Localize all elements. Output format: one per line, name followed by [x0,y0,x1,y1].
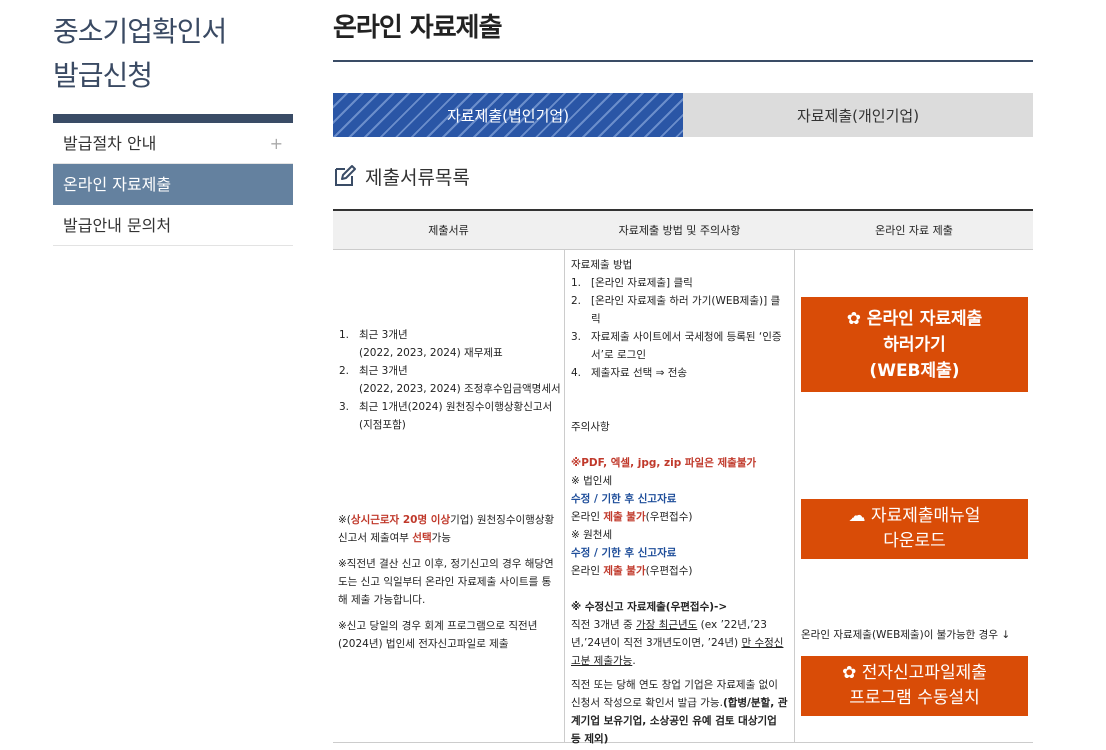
main-content: 온라인 자료제출 자료제출(법인기업) 자료제출(개인기업) 제출서류목록 제출… [333,0,1033,745]
list-item: 3. 자료제출 사이트에서 국세청에 등록된 ‘인증서’로 로그인 [571,331,782,361]
online-cell: ✿ 온라인 자료제출 하러가기 (WEB제출) ☁ 자료제출매뉴얼 다운로드 온… [795,250,1033,742]
list-item: 1. 최근 3개년 (2022, 2023, 2024) 재무제표 [339,329,503,359]
cloud-download-icon: ☁ [848,506,871,526]
sidebar: 중소기업확인서 발급신청 발급절차 안내 + 온라인 자료제출 발급안내 문의처 [53,10,293,246]
corp-tax-amend: 수정 / 기한 후 신고자료 [571,493,677,505]
plus-icon[interactable]: + [270,123,283,164]
withholding-tax-label: ※ 원천세 [571,529,613,541]
edit-icon [335,165,356,186]
documents-cell: 1. 최근 3개년 (2022, 2023, 2024) 재무제표 2. 최근 3개년… [333,250,564,742]
list-item: 2. 최근 3개년 (2022, 2023, 2024) 조정후수입금액명세서 [339,365,561,395]
tab-individual[interactable]: 자료제출(개인기업) [683,93,1033,137]
sidebar-title-line1: 중소기업확인서 [53,15,227,48]
tab-corporate[interactable]: 자료제출(법인기업) [333,93,683,137]
manual-install-button[interactable]: ✿ 전자신고파일제출 프로그램 수동설치 [801,656,1028,716]
startup-note: 직전 또는 당해 연도 창업 기업은 자료제출 없이 신청서 작성으로 확인서 … [571,679,788,745]
method-cell: 자료제출 방법 1. [온라인 자료제출] 클릭 2. [온라인 자료제출 하러 가… [564,250,795,745]
documents-list: 1. 최근 3개년 (2022, 2023, 2024) 재무제표 2. 최근 3개년… [339,326,561,434]
sidebar-item-label: 발급안내 문의처 [63,216,172,235]
caution-heading: 주의사항 [571,421,610,433]
header-online: 온라인 자료 제출 [875,224,953,237]
list-item: 3. 최근 1개년(2024) 원천징수이행상황신고서 (지점포함) [339,401,553,431]
sidebar-item-contact[interactable]: 발급안내 문의처 [53,205,293,246]
method-steps: 1. [온라인 자료제출] 클릭 2. [온라인 자료제출 하러 가기(WEB제출)… [571,274,788,382]
sidebar-title: 중소기업확인서 발급신청 [53,10,293,98]
section-title: 제출서류목록 [365,166,470,189]
header-method: 자료제출 방법 및 주의사항 [618,224,741,237]
list-item: 4. 제출자료 선택 ⇒ 전송 [571,367,688,379]
withholding-online: 온라인 제출 불가(우편접수) [571,565,693,577]
corp-tax-online: 온라인 제출 불가(우편접수) [571,511,693,523]
title-divider [333,60,1033,62]
sidebar-item-label: 발급절차 안내 [63,134,157,153]
withholding-amend: 수정 / 기한 후 신고자료 [571,547,677,559]
gear-icon: ✿ [842,663,862,683]
header-documents: 제출서류 [428,224,469,237]
sidebar-divider [53,114,293,123]
caution-file-types: ※PDF, 엑셀, jpg, zip 파일은 제출불가 [571,457,757,469]
sidebar-item-label: 온라인 자료제출 [63,175,172,194]
manual-download-button[interactable]: ☁ 자료제출매뉴얼 다운로드 [801,499,1028,559]
web-unavailable-note: 온라인 자료제출(WEB제출)이 불가능한 경우 ↓ [801,629,1011,641]
list-item: 2. [온라인 자료제출 하러 가기(WEB제출)] 클릭 [571,295,781,325]
table-header: 제출서류 자료제출 방법 및 주의사항 온라인 자료 제출 [333,211,1033,250]
note-employees: ※(상시근로자 20명 이상기업) 원천징수이행상황신고서 제출여부 선택가능 [338,514,555,544]
table-row: 1. 최근 3개년 (2022, 2023, 2024) 재무제표 2. 최근 3개년… [333,250,1033,745]
sidebar-item-procedure[interactable]: 발급절차 안내 + [53,123,293,164]
online-submit-button[interactable]: ✿ 온라인 자료제출 하러가기 (WEB제출) [801,297,1028,392]
amend-detail: 직전 3개년 중 가장 최근년도 (ex ’22년,’23년,’24년이 직전 … [571,619,784,667]
list-item: 1. [온라인 자료제출] 클릭 [571,277,693,289]
sidebar-title-line2: 발급신청 [53,59,153,92]
corp-tax-label: ※ 법인세 [571,475,613,487]
gear-icon: ✿ [846,308,867,329]
documents-notes: ※(상시근로자 20명 이상기업) 원천징수이행상황신고서 제출여부 선택가능 … [338,511,560,661]
sidebar-item-online-submit[interactable]: 온라인 자료제출 [53,164,293,205]
note-filing-day: ※신고 당일의 경우 회계 프로그램으로 직전년(2024년) 법인세 전자신고… [338,620,538,650]
tab-bar: 자료제출(법인기업) 자료제출(개인기업) [333,93,1033,137]
section-header: 제출서류목록 [333,163,1033,189]
documents-table: 제출서류 자료제출 방법 및 주의사항 온라인 자료 제출 1. 최근 3개년 (2… [333,209,1033,745]
note-settlement: ※직전년 결산 신고 이후, 정기신고의 경우 해당연도는 신고 익일부터 온라… [338,558,554,606]
amend-heading: ※ 수정신고 자료제출(우편접수)-> [571,601,728,613]
page-title: 온라인 자료제출 [333,13,503,43]
method-heading: 자료제출 방법 [571,259,633,271]
